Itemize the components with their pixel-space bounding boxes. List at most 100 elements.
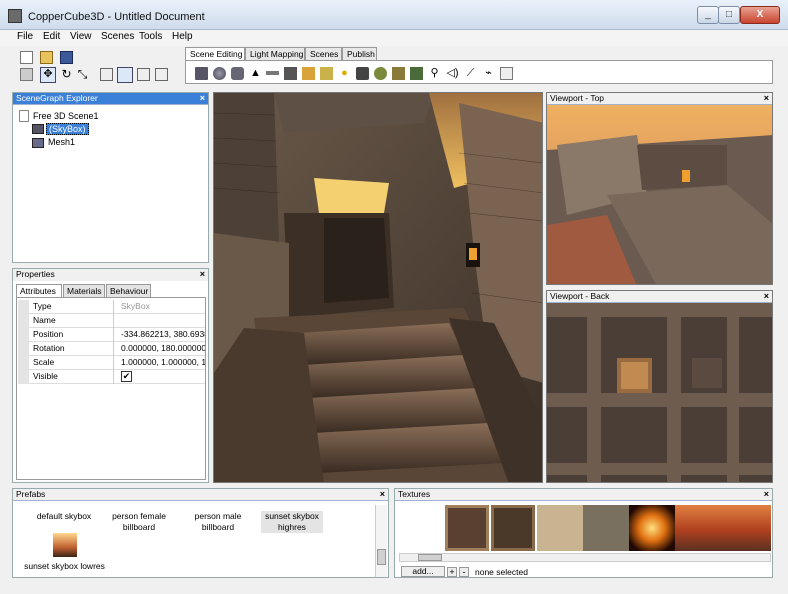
menu-tools[interactable]: Tools [139,31,162,42]
prop-key: Name [33,315,56,325]
close-window-button[interactable]: X [740,6,780,24]
grid-divider [113,300,114,384]
menu-scenes[interactable]: Scenes [101,31,134,42]
prop-value-scale[interactable]: 1.000000, 1.000000, 1. [121,356,205,369]
minimize-button[interactable]: _ [697,6,719,24]
prop-row-type: Type SkyBox [18,300,205,314]
light-icon[interactable]: ● [338,67,351,80]
properties-panel: Properties × Attributes Materials Behavi… [12,268,209,483]
camera-icon[interactable] [356,67,369,80]
terrain-icon[interactable] [410,67,423,80]
prefabs-close-button[interactable]: × [380,489,385,500]
save-icon[interactable] [60,51,73,64]
textures-title: Textures [398,489,431,499]
texture-crate-1[interactable] [445,505,489,551]
scene-editing-panel: ▲ ● ⚲ ◁) ⟋ ⌁ [185,60,773,84]
scrollbar-thumb[interactable] [377,549,386,565]
prefabs-title: Prefabs [16,489,46,499]
tab-materials[interactable]: Materials [63,284,105,297]
hotspot-icon[interactable]: ⌁ [482,67,495,80]
prefab-person-male-billboard[interactable]: person male billboard [185,511,251,533]
cube-icon[interactable] [195,67,208,80]
view-front-icon[interactable] [117,67,133,83]
view-side-icon[interactable] [137,68,150,81]
maximize-button[interactable]: □ [718,6,740,24]
open-folder-icon[interactable] [40,51,53,64]
tab-light-mapping[interactable]: Light Mapping [245,47,305,61]
tree-item-mesh1[interactable]: Mesh1 [48,137,75,147]
sphere-icon[interactable] [213,67,226,80]
menu-view[interactable]: View [70,31,92,42]
billboard-icon[interactable] [302,67,315,80]
tree-root-scene[interactable]: Free 3D Scene1 [33,111,99,121]
tab-publish[interactable]: Publish [342,47,377,61]
main-viewport[interactable] [213,92,543,483]
plane-icon[interactable] [266,71,279,75]
add-icon[interactable]: + [447,567,457,577]
texture-sand[interactable] [537,505,583,551]
sound-icon[interactable]: ◁) [446,67,459,80]
prefab-sunset-skybox-highres[interactable]: sunset skybox highres [261,511,323,533]
prop-row-rotation: Rotation 0.000000, 180.000000, [18,342,205,356]
tab-attributes[interactable]: Attributes [16,284,62,297]
cylinder-icon[interactable] [231,67,244,80]
search-icon[interactable]: ⚲ [428,67,441,80]
prop-value-rotation[interactable]: 0.000000, 180.000000, [121,342,205,355]
skybox-node-icon [32,124,44,134]
app-icon [8,9,22,23]
prop-row-name: Name [18,314,205,328]
texture-sun[interactable] [629,505,675,551]
prop-row-visible: Visible ✔ [18,370,205,384]
new-document-icon[interactable] [20,51,33,64]
viewport-top-header: Viewport - Top × [547,93,772,105]
textures-scrollbar[interactable] [399,553,771,562]
viewport-top[interactable]: Viewport - Top × [546,92,773,285]
text-icon[interactable] [320,67,333,80]
scene-render [214,93,542,482]
menu-help[interactable]: Help [172,31,193,42]
texture-sunset-sky[interactable] [675,505,771,551]
overlay-icon[interactable] [500,67,513,80]
skybox-icon[interactable] [284,67,297,80]
select-tool-icon[interactable] [20,68,33,81]
properties-close-button[interactable]: × [200,269,205,280]
properties-header: Properties × [13,269,208,281]
scale-tool-icon[interactable]: ⤡ [76,68,89,81]
remove-icon[interactable]: - [459,567,469,577]
view-top-icon[interactable] [155,68,168,81]
textures-panel: Textures × add... + - none selected [394,488,773,578]
cone-icon[interactable]: ▲ [249,67,262,80]
sunset-thumbnail [53,533,77,557]
textures-close-button[interactable]: × [764,489,769,500]
view-perspective-icon[interactable] [100,68,113,81]
viewport-back-title: Viewport - Back [550,291,610,301]
prefab-default-skybox[interactable]: default skybox [31,511,97,522]
scenegraph-header: SceneGraph Explorer × [13,93,208,105]
tab-behaviour[interactable]: Behaviour [106,284,151,297]
viewport-back[interactable]: Viewport - Back × [546,290,773,483]
add-texture-button[interactable]: add... [401,566,445,577]
tab-scenes[interactable]: Scenes [305,47,342,61]
texture-stone[interactable] [583,505,629,551]
path-icon[interactable]: ⟋ [464,67,477,80]
scenegraph-close-button[interactable]: × [200,93,205,104]
tree-item-skybox[interactable]: (SkyBox) [46,123,89,135]
prefabs-scrollbar[interactable] [375,505,387,577]
water-icon[interactable] [392,67,405,80]
viewport-back-close-button[interactable]: × [764,291,769,302]
scenegraph-title: SceneGraph Explorer [16,93,98,103]
menu-file[interactable]: File [17,31,33,42]
prefab-person-female-billboard[interactable]: person female billboard [103,511,175,533]
scrollbar-thumb[interactable] [418,554,442,561]
menu-edit[interactable]: Edit [43,31,60,42]
rotate-tool-icon[interactable]: ↻ [60,68,73,81]
prop-value-position[interactable]: -334.862213, 380.6938 [121,328,205,341]
move-tool-icon[interactable]: ✥ [40,67,56,83]
mesh-node-icon [32,138,44,148]
viewport-top-close-button[interactable]: × [764,93,769,104]
visible-checkbox[interactable]: ✔ [121,371,132,382]
tab-scene-editing[interactable]: Scene Editing [185,47,245,61]
texture-crate-2[interactable] [491,505,535,551]
particle-icon[interactable] [374,67,387,80]
prefab-sunset-skybox-lowres[interactable]: sunset skybox lowres [17,561,112,572]
